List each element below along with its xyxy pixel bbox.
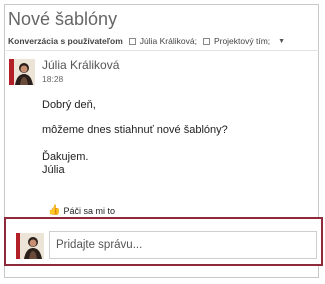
message-line: Dobrý deň, <box>42 99 96 111</box>
person-photo-icon <box>20 233 44 259</box>
participant-1: Júlia Králiková; <box>139 36 197 46</box>
message-time: 18:28 <box>42 74 64 84</box>
participant-checkbox-1[interactable] <box>128 37 136 45</box>
message-line: Ďakujem. <box>42 151 89 163</box>
person-photo-icon <box>9 59 35 85</box>
conversation-participants: Konverzácia s používateľom Júlia Králiko… <box>8 36 285 46</box>
message-line: Júlia <box>42 164 65 176</box>
message-sender[interactable]: Júlia Králiková <box>42 58 119 72</box>
thumbs-up-icon: 👍 <box>48 205 61 216</box>
reply-input[interactable] <box>49 231 317 259</box>
divider <box>6 50 319 51</box>
conversation-label: Konverzácia s používateľom <box>8 36 123 46</box>
participant-2: Projektový tím; <box>213 36 271 46</box>
message-line: môžeme dnes stiahnuť nové šablóny? <box>42 124 228 136</box>
participant-checkbox-2[interactable] <box>202 37 210 45</box>
like-label: Páči sa mi to <box>63 205 115 216</box>
page-title: Nové šablóny <box>8 9 118 29</box>
chevron-down-icon[interactable]: ▼ <box>278 38 285 45</box>
like-button[interactable]: 👍 Páči sa mi to <box>48 205 115 216</box>
reply-avatar <box>20 233 44 259</box>
avatar[interactable] <box>9 59 35 85</box>
